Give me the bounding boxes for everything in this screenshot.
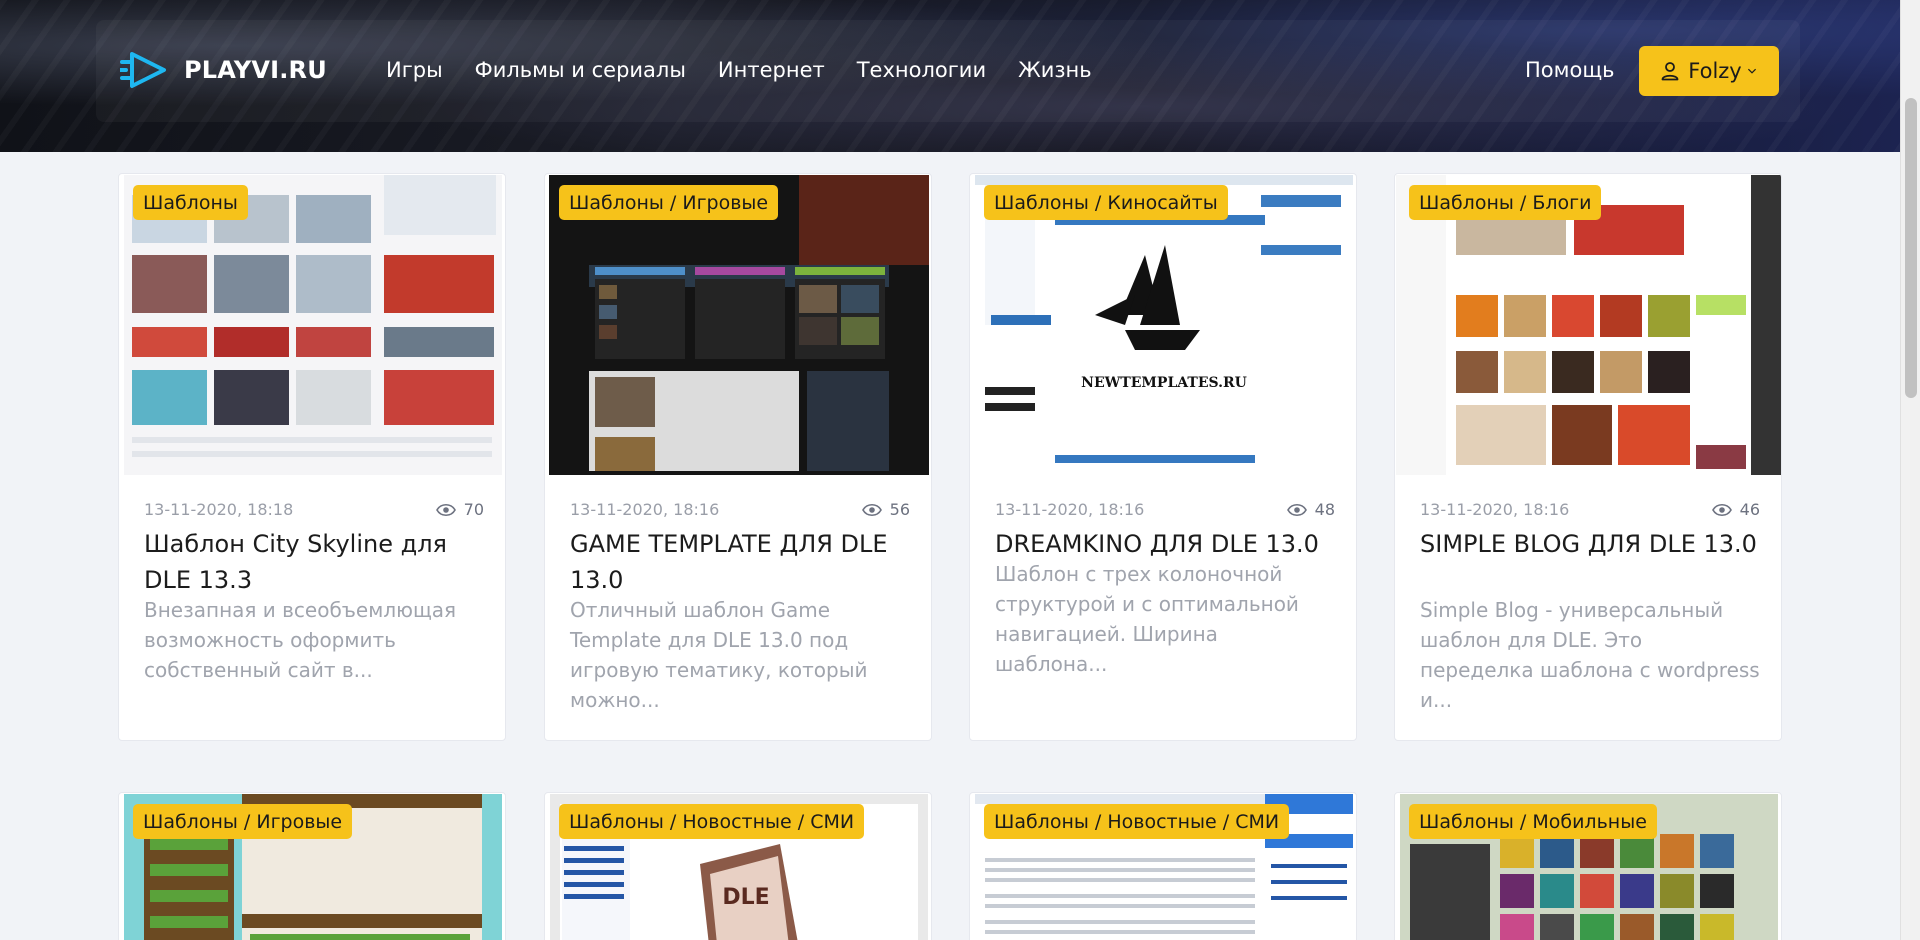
views-counter: 70 — [435, 500, 484, 519]
user-icon — [1661, 62, 1679, 81]
logo-text: PLAYVI.RU — [184, 56, 327, 84]
eye-icon — [1711, 503, 1732, 516]
card-title[interactable]: GAME TEMPLATE ДЛЯ DLE 13.0 — [570, 526, 915, 598]
article-card[interactable]: Шаблоны / Блоги 13-11-2020, 18:16 46 SIM… — [1394, 173, 1782, 741]
navbar: PLAYVI.RU Игры Фильмы и сериалы Интернет… — [96, 20, 1800, 122]
views-count: 46 — [1739, 500, 1760, 519]
article-card[interactable]: Шаблоны / Новостные / СМИ — [969, 792, 1357, 940]
category-badge[interactable]: Шаблоны / Новостные / СМИ — [559, 804, 865, 839]
thumbnail-image: NEWTEMPLATES.RU — [975, 175, 1353, 475]
card-title[interactable]: SIMPLE BLOG ДЛЯ DLE 13.0 — [1420, 526, 1765, 562]
menu-item-games[interactable]: Игры — [386, 58, 443, 82]
category-badge[interactable]: Шаблоны / Новостные / СМИ — [984, 804, 1290, 839]
views-count: 56 — [889, 500, 910, 519]
site-header: PLAYVI.RU Игры Фильмы и сериалы Интернет… — [0, 0, 1900, 152]
category-badge[interactable]: Шаблоны / Мобильные — [1409, 804, 1657, 839]
category-badge[interactable]: Шаблоны / Киносайты — [984, 185, 1228, 220]
article-card[interactable]: Шаблоны / Мобильные — [1394, 792, 1782, 940]
menu-item-technology[interactable]: Технологии — [857, 58, 986, 82]
article-card[interactable]: Шаблоны / Игровые 13-11-2020, 18:16 56 G… — [544, 173, 932, 741]
site-logo[interactable]: PLAYVI.RU — [120, 50, 327, 90]
card-thumbnail[interactable] — [1396, 175, 1781, 475]
views-count: 70 — [463, 500, 484, 519]
card-date: 13-11-2020, 18:16 — [1420, 500, 1570, 519]
card-meta: 13-11-2020, 18:16 46 — [1420, 500, 1760, 519]
chevron-down-icon — [1747, 68, 1756, 74]
category-badge[interactable]: Шаблоны — [133, 185, 248, 220]
article-card[interactable]: Шаблоны / Игровые — [118, 792, 506, 940]
scrollbar-thumb[interactable] — [1905, 98, 1917, 398]
category-badge[interactable]: Шаблоны / Игровые — [133, 804, 353, 839]
card-thumbnail[interactable] — [549, 175, 929, 475]
eye-icon — [1286, 503, 1307, 516]
card-meta: 13-11-2020, 18:16 56 — [570, 500, 910, 519]
card-date: 13-11-2020, 18:16 — [995, 500, 1145, 519]
card-description: Шаблон с трех колоночной структурой и с … — [995, 562, 1299, 676]
card-thumbnail[interactable]: NEWTEMPLATES.RU — [975, 175, 1353, 475]
card-meta: 13-11-2020, 18:18 70 — [144, 500, 484, 519]
card-title[interactable]: Шаблон City Skyline для DLE 13.3 — [144, 526, 489, 598]
views-counter: 46 — [1711, 500, 1760, 519]
card-description: Simple Blog - универсальный шаблон для D… — [1420, 598, 1760, 712]
thumbnail-caption: NEWTEMPLATES.RU — [1081, 375, 1247, 391]
play-logo-icon — [120, 52, 166, 88]
thumbnail-caption: DLE — [722, 885, 769, 910]
user-name: Folzy — [1688, 59, 1742, 83]
article-card[interactable]: Шаблоны 13-11-2020, 18:18 70 Шаблон City… — [118, 173, 506, 741]
menu-item-life[interactable]: Жизнь — [1018, 58, 1092, 82]
menu-item-movies[interactable]: Фильмы и сериалы — [475, 58, 686, 82]
views-count: 48 — [1314, 500, 1335, 519]
category-badge[interactable]: Шаблоны / Игровые — [559, 185, 779, 220]
card-title[interactable]: DREAMKINO ДЛЯ DLE 13.0 — [995, 526, 1340, 562]
eye-icon — [861, 503, 882, 516]
card-description: Отличный шаблон Game Template для DLE 13… — [570, 598, 868, 712]
main-menu: Игры Фильмы и сериалы Интернет Технологи… — [386, 58, 1092, 82]
card-meta: 13-11-2020, 18:16 48 — [995, 500, 1335, 519]
thumbnail-image — [124, 175, 502, 475]
menu-item-internet[interactable]: Интернет — [718, 58, 825, 82]
thumbnail-image — [549, 175, 929, 475]
page-scrollbar[interactable] — [1900, 0, 1920, 940]
category-badge[interactable]: Шаблоны / Блоги — [1409, 185, 1602, 220]
card-date: 13-11-2020, 18:18 — [144, 500, 294, 519]
user-menu-button[interactable]: Folzy — [1639, 46, 1779, 96]
card-thumbnail[interactable] — [124, 175, 502, 475]
views-counter: 48 — [1286, 500, 1335, 519]
card-date: 13-11-2020, 18:16 — [570, 500, 720, 519]
article-card[interactable]: DLE Шаблоны / Новостные / СМИ — [544, 792, 932, 940]
views-counter: 56 — [861, 500, 910, 519]
card-description: Внезапная и всеобъемлющая возможность оф… — [144, 598, 457, 682]
thumbnail-image — [1396, 175, 1781, 475]
article-card[interactable]: NEWTEMPLATES.RU Шаблоны / Киносайты 13-1… — [969, 173, 1357, 741]
eye-icon — [435, 503, 456, 516]
help-link[interactable]: Помощь — [1525, 58, 1615, 82]
